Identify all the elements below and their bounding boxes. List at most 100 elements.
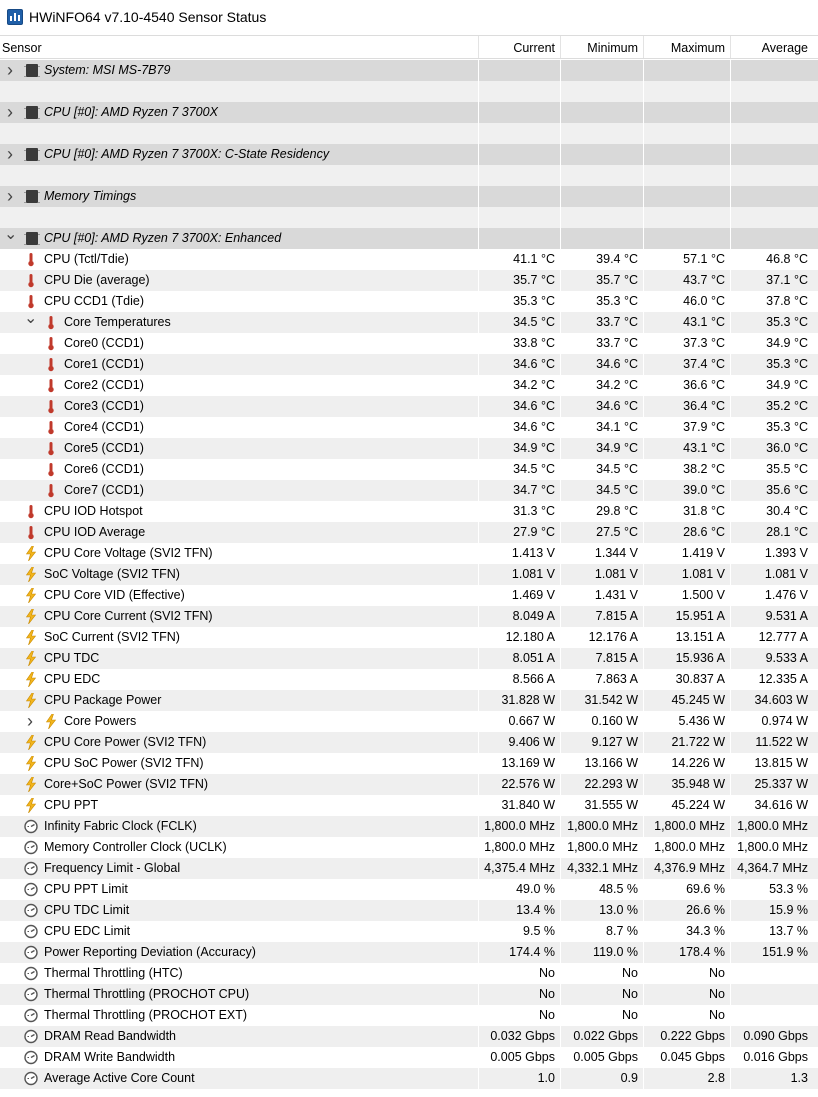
value-average: 1.081 V — [764, 567, 808, 581]
value-current: 1,800.0 MHz — [484, 819, 555, 833]
lightning-icon — [24, 734, 38, 751]
sensor-name: CPU CCD1 (Tdie) — [44, 294, 145, 308]
sensor-row[interactable]: Frequency Limit - Global 4,375.4 MHz 4,332… — [0, 858, 818, 879]
chevron-right-icon[interactable]: › — [4, 144, 16, 165]
thermometer-icon — [24, 294, 38, 309]
value-maximum: 13.151 A — [675, 630, 725, 644]
sensor-row[interactable]: CPU Core Current (SVI2 TFN) 8.049 A 7.815 … — [0, 606, 818, 627]
sensor-row[interactable]: Thermal Throttling (PROCHOT CPU) No No No — [0, 984, 818, 1005]
sensor-name: CPU Package Power — [44, 693, 162, 707]
sensor-row[interactable]: DRAM Read Bandwidth 0.032 Gbps 0.022 Gbps 0… — [0, 1026, 818, 1047]
sensor-row[interactable]: CPU EDC Limit 9.5 % 8.7 % 34.3 % 13.7 % — [0, 921, 818, 942]
sensor-row[interactable]: CPU CCD1 (Tdie) 35.3 °C 35.3 °C 46.0 °C 37.8… — [0, 291, 818, 312]
sensor-name: CPU Core Voltage (SVI2 TFN) — [44, 546, 213, 560]
sensor-row[interactable]: Core7 (CCD1) 34.7 °C 34.5 °C 39.0 °C 35.6 °C — [0, 480, 818, 501]
sensor-row[interactable]: CPU Core VID (Effective) 1.469 V 1.431 V 1.… — [0, 585, 818, 606]
value-maximum: 0.045 Gbps — [660, 1050, 725, 1064]
chip-icon — [24, 106, 40, 119]
sensor-row[interactable]: Core2 (CCD1) 34.2 °C 34.2 °C 36.6 °C 34.9 °C — [0, 375, 818, 396]
sensor-row[interactable]: CPU TDC 8.051 A 7.815 A 15.936 A 9.533 A — [0, 648, 818, 669]
value-current: 34.6 °C — [513, 357, 555, 371]
sensor-row[interactable]: CPU TDC Limit 13.4 % 13.0 % 26.6 % 15.9 % — [0, 900, 818, 921]
header-average[interactable]: Average — [732, 36, 808, 58]
sensor-row[interactable]: › Core Powers 0.667 W 0.160 W 5.436 W 0.974 W — [0, 711, 818, 732]
sensor-group-header[interactable]: › CPU [#0]: AMD Ryzen 7 3700X: C-State Re… — [0, 144, 818, 165]
sensor-name: Thermal Throttling (HTC) — [44, 966, 183, 980]
sensor-row[interactable]: Core+SoC Power (SVI2 TFN) 22.576 W 22.293 … — [0, 774, 818, 795]
sensor-group-header[interactable]: › CPU [#0]: AMD Ryzen 7 3700X — [0, 102, 818, 123]
sensor-group-header[interactable]: ⌄ CPU [#0]: AMD Ryzen 7 3700X: Enhanced — [0, 227, 818, 249]
sensor-row[interactable]: ⌄ Core Temperatures 34.5 °C 33.7 °C 43.1 °C 3… — [0, 311, 818, 333]
sensor-row[interactable]: Thermal Throttling (PROCHOT EXT) No No No — [0, 1005, 818, 1026]
sensor-group-header[interactable]: › System: MSI MS-7B79 — [0, 60, 818, 81]
value-current: 31.840 W — [501, 798, 555, 812]
sensor-row[interactable]: Core6 (CCD1) 34.5 °C 34.5 °C 38.2 °C 35.5 °C — [0, 459, 818, 480]
sensor-row[interactable]: Memory Controller Clock (UCLK) 1,800.0 MH… — [0, 837, 818, 858]
sensor-row[interactable]: CPU Die (average) 35.7 °C 35.7 °C 43.7 °C 37… — [0, 270, 818, 291]
value-maximum: 1.500 V — [681, 588, 725, 602]
sensor-row[interactable]: Average Active Core Count 1.0 0.9 2.8 1.3 — [0, 1068, 818, 1089]
sensor-row[interactable]: Core1 (CCD1) 34.6 °C 34.6 °C 37.4 °C 35.3 °C — [0, 354, 818, 375]
header-current[interactable]: Current — [479, 36, 555, 58]
chevron-right-icon[interactable]: › — [24, 711, 36, 732]
sensor-name: CPU PPT — [44, 798, 99, 812]
value-minimum: 34.6 °C — [596, 399, 638, 413]
sensor-row[interactable]: CPU IOD Average 27.9 °C 27.5 °C 28.6 °C 28.1… — [0, 522, 818, 543]
value-maximum: 15.936 A — [675, 651, 725, 665]
header-sensor[interactable]: Sensor — [2, 36, 42, 58]
value-current: 8.049 A — [512, 609, 555, 623]
sensor-row[interactable]: Power Reporting Deviation (Accuracy) 174.… — [0, 942, 818, 963]
thermometer-icon — [44, 315, 58, 330]
gauge-icon — [24, 819, 38, 834]
sensor-row[interactable]: SoC Current (SVI2 TFN) 12.180 A 12.176 A 13… — [0, 627, 818, 648]
sensor-row[interactable]: DRAM Write Bandwidth 0.005 Gbps 0.005 Gbps… — [0, 1047, 818, 1068]
sensor-row[interactable]: CPU PPT Limit 49.0 % 48.5 % 69.6 % 53.3 % — [0, 879, 818, 900]
value-minimum: 35.3 °C — [596, 294, 638, 308]
value-minimum: 22.293 W — [584, 777, 638, 791]
sensor-row[interactable]: CPU SoC Power (SVI2 TFN) 13.169 W 13.166 W… — [0, 753, 818, 774]
value-maximum: 37.4 °C — [683, 357, 725, 371]
sensor-row[interactable]: CPU EDC 8.566 A 7.863 A 30.837 A 12.335 A — [0, 669, 818, 690]
value-current: No — [539, 966, 555, 980]
gauge-icon — [24, 1071, 38, 1086]
sensor-row[interactable]: CPU PPT 31.840 W 31.555 W 45.224 W 34.616 W — [0, 795, 818, 816]
value-minimum: 13.0 % — [599, 903, 638, 917]
value-minimum: 119.0 % — [593, 945, 638, 959]
sensor-row[interactable]: CPU Core Power (SVI2 TFN) 9.406 W 9.127 W 2… — [0, 732, 818, 753]
value-maximum: 14.226 W — [671, 756, 725, 770]
group-label: CPU [#0]: AMD Ryzen 7 3700X: C-State Res… — [44, 147, 330, 161]
value-average — [732, 984, 808, 1005]
value-current: 1.0 — [537, 1071, 555, 1085]
sensor-row[interactable]: CPU Core Voltage (SVI2 TFN) 1.413 V 1.344 … — [0, 543, 818, 564]
sensor-row[interactable]: CPU (Tctl/Tdie) 41.1 °C 39.4 °C 57.1 °C 46.8… — [0, 249, 818, 270]
header-minimum[interactable]: Minimum — [561, 36, 638, 58]
lightning-icon — [24, 587, 38, 604]
value-current: 34.5 °C — [513, 462, 555, 476]
chevron-down-icon[interactable]: ⌄ — [24, 311, 37, 333]
chevron-right-icon[interactable]: › — [4, 102, 16, 123]
value-minimum: 34.5 °C — [596, 483, 638, 497]
sensor-row[interactable]: Core3 (CCD1) 34.6 °C 34.6 °C 36.4 °C 35.2 °C — [0, 396, 818, 417]
value-current: 174.4 % — [509, 945, 555, 959]
value-current: 34.2 °C — [513, 378, 555, 392]
value-maximum: 37.9 °C — [683, 420, 725, 434]
sensor-group-header[interactable]: › Memory Timings — [0, 186, 818, 207]
value-minimum: 12.176 A — [588, 630, 638, 644]
sensor-row[interactable]: Core0 (CCD1) 33.8 °C 33.7 °C 37.3 °C 34.9 °C — [0, 333, 818, 354]
value-current: 13.4 % — [516, 903, 555, 917]
chevron-right-icon[interactable]: › — [4, 186, 16, 207]
sensor-row[interactable]: Core4 (CCD1) 34.6 °C 34.1 °C 37.9 °C 35.3 °C — [0, 417, 818, 438]
sensor-row[interactable]: CPU Package Power 31.828 W 31.542 W 45.245 … — [0, 690, 818, 711]
value-maximum: 36.4 °C — [683, 399, 725, 413]
sensor-row[interactable]: CPU IOD Hotspot 31.3 °C 29.8 °C 31.8 °C 30.4… — [0, 501, 818, 522]
value-minimum: 1.344 V — [594, 546, 638, 560]
header-maximum[interactable]: Maximum — [645, 36, 725, 58]
sensor-row[interactable]: Infinity Fabric Clock (FCLK) 1,800.0 MHz 1… — [0, 816, 818, 837]
value-minimum: 34.9 °C — [596, 441, 638, 455]
chevron-down-icon[interactable]: ⌄ — [4, 227, 17, 249]
chevron-right-icon[interactable]: › — [4, 60, 16, 81]
sensor-row[interactable]: Thermal Throttling (HTC) No No No — [0, 963, 818, 984]
gauge-icon — [24, 924, 38, 939]
sensor-row[interactable]: SoC Voltage (SVI2 TFN) 1.081 V 1.081 V 1.08… — [0, 564, 818, 585]
sensor-row[interactable]: Core5 (CCD1) 34.9 °C 34.9 °C 43.1 °C 36.0 °C — [0, 438, 818, 459]
